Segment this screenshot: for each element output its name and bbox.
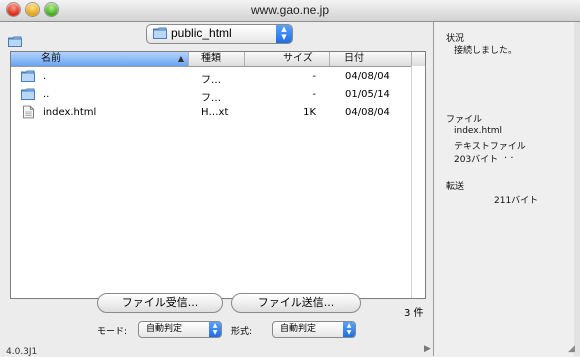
column-header-date[interactable]: 日付 — [344, 52, 394, 66]
list-item[interactable]: .. フ… - 01/05/14 — [11, 86, 411, 104]
status-message: 接続しました。 — [454, 46, 518, 56]
folder-icon — [153, 27, 167, 39]
updown-arrows-icon: ▲ ▼ — [209, 322, 221, 337]
format-label: 形式: — [231, 327, 253, 337]
list-scrollbar[interactable] — [411, 66, 425, 298]
updown-arrows-icon: ▲ ▼ — [343, 322, 355, 337]
file-date: 04/08/04 — [345, 71, 390, 82]
transfer-bytes-value: 211バイト — [494, 196, 539, 206]
file-browser-pane: public_html ▲ ▼ 名前 ▲ 種類 サイズ 日付 . フ… - 04… — [0, 22, 433, 357]
file-size: - — [312, 71, 316, 82]
column-header-name[interactable]: 名前 ▲ — [11, 52, 188, 66]
resize-grip-icon[interactable]: ◢ — [568, 344, 580, 356]
item-count: 3 件 — [404, 308, 424, 319]
path-popup[interactable]: public_html ▲ ▼ — [146, 24, 293, 44]
file-type: フ… — [201, 93, 221, 104]
file-name-value: index.html — [454, 126, 502, 136]
progress-dots: . . — [504, 150, 514, 161]
status-scrollbar[interactable] — [574, 22, 580, 356]
play-arrow-icon[interactable]: ▶ — [424, 344, 431, 354]
app-window: www.gao.ne.jp public_html ▲ ▼ 名前 ▲ 種類 サイ… — [0, 0, 580, 357]
updown-arrows-icon: ▲ ▼ — [276, 25, 292, 43]
file-header: ファイル — [446, 115, 483, 125]
column-header-size[interactable]: サイズ — [283, 52, 323, 66]
sort-ascending-icon: ▲ — [177, 54, 184, 63]
window-title: www.gao.ne.jp — [250, 3, 330, 17]
folder-icon[interactable] — [8, 36, 22, 47]
folder-icon — [21, 70, 35, 82]
file-size: - — [312, 89, 316, 100]
file-name: . — [43, 71, 47, 82]
file-bytes-value: 203バイト — [454, 155, 499, 165]
send-file-button[interactable]: ファイル送信... — [231, 293, 361, 313]
list-item[interactable]: . フ… - 04/08/04 — [11, 68, 411, 86]
status-pane: 状況 接続しました。 ファイル index.html テキストファイル 203バ… — [434, 22, 580, 356]
path-label: public_html — [171, 26, 232, 40]
file-type: H…xt — [201, 107, 229, 118]
mode-label: モード: — [97, 327, 128, 337]
html-file-icon — [23, 105, 34, 119]
format-select[interactable]: 自動判定 ▲ ▼ — [272, 321, 356, 338]
column-divider[interactable] — [188, 52, 189, 66]
list-item[interactable]: index.html H…xt 1K 04/08/04 — [11, 104, 411, 122]
file-name: .. — [43, 89, 50, 100]
column-divider — [411, 52, 412, 66]
file-list[interactable]: 名前 ▲ 種類 サイズ 日付 . フ… - 04/08/04 .. フ… - 0… — [10, 51, 426, 299]
file-date: 04/08/04 — [345, 107, 390, 118]
file-size: 1K — [303, 107, 316, 118]
file-date: 01/05/14 — [345, 89, 390, 100]
column-divider[interactable] — [329, 52, 330, 66]
title-bar[interactable]: www.gao.ne.jp — [0, 0, 580, 22]
file-type-value: テキストファイル — [454, 142, 526, 152]
transfer-header: 転送 — [446, 182, 465, 192]
column-divider[interactable] — [244, 52, 245, 66]
folder-icon — [21, 88, 35, 100]
file-name: index.html — [43, 107, 97, 118]
file-type: フ… — [201, 75, 221, 86]
mode-select[interactable]: 自動判定 ▲ ▼ — [138, 321, 222, 338]
receive-file-button[interactable]: ファイル受信... — [97, 293, 223, 313]
list-header: 名前 ▲ 種類 サイズ 日付 — [11, 52, 425, 67]
